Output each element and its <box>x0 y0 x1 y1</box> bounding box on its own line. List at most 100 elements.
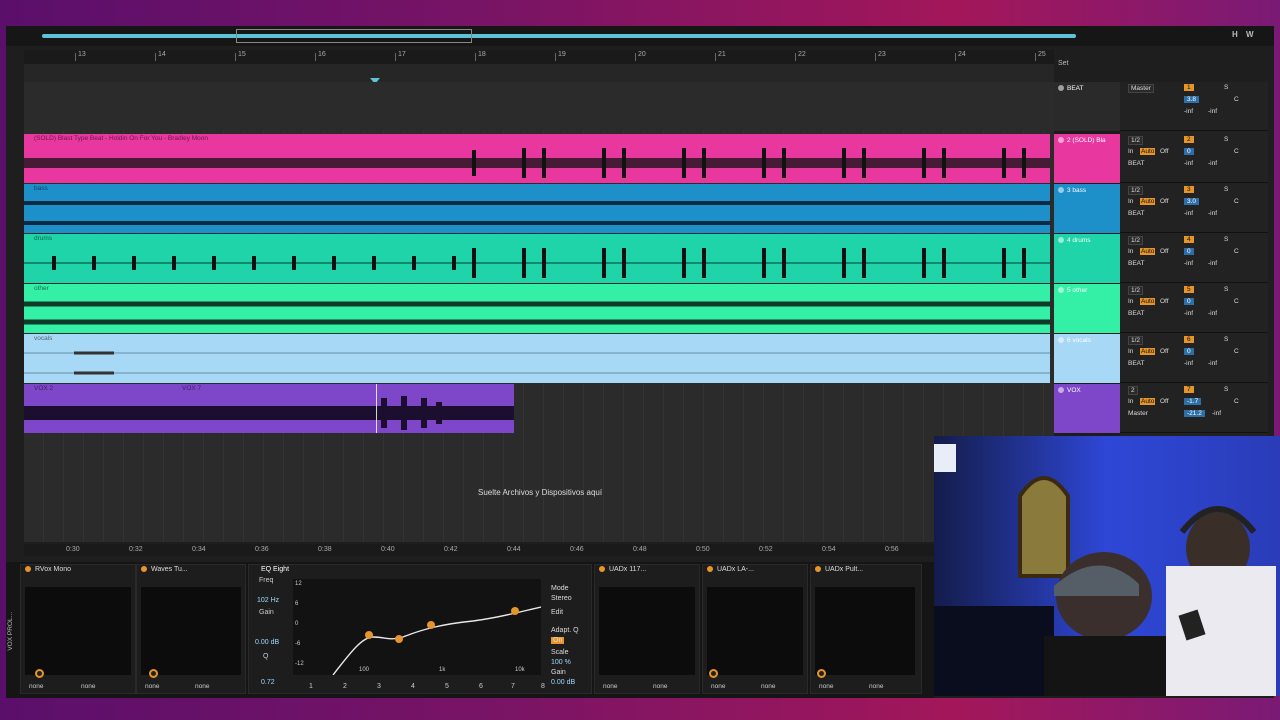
monitor-in-button[interactable]: In <box>1128 298 1133 305</box>
solo-button[interactable]: S <box>1224 136 1228 143</box>
band-5-button[interactable]: 5 <box>445 683 449 690</box>
solo-button[interactable]: S <box>1224 236 1228 243</box>
monitor-off-button[interactable]: Off <box>1160 148 1169 155</box>
param-select[interactable]: none <box>29 683 43 690</box>
track-number[interactable]: 2 <box>1184 136 1194 143</box>
param-select[interactable]: none <box>145 683 159 690</box>
volume-value[interactable]: 0 <box>1184 248 1194 255</box>
track-header-bass[interactable]: 3 bass <box>1054 184 1120 233</box>
volume-value[interactable]: 0 <box>1184 348 1194 355</box>
param-select[interactable]: none <box>761 683 775 690</box>
output-routing-select[interactable]: BEAT <box>1128 360 1145 367</box>
freq-value[interactable]: 102 Hz <box>257 597 279 604</box>
adapt-q-toggle[interactable]: On <box>551 637 565 644</box>
macro-knob[interactable] <box>35 669 44 678</box>
input-routing-select[interactable]: 1/2 <box>1128 136 1144 145</box>
output-routing-select[interactable]: Master <box>1128 410 1148 417</box>
monitor-off-button[interactable]: Off <box>1160 348 1169 355</box>
toggle-h-button[interactable]: H <box>1232 30 1238 39</box>
clip-vocals[interactable]: vocals <box>24 334 1050 383</box>
volume-value[interactable]: 3.8 <box>1184 96 1200 103</box>
solo-button[interactable]: S <box>1224 336 1228 343</box>
monitor-auto-button[interactable]: Auto <box>1140 298 1156 305</box>
track-number[interactable]: 7 <box>1184 386 1194 393</box>
pan-value[interactable]: C <box>1234 348 1239 355</box>
input-routing-select[interactable]: 1/2 <box>1128 236 1144 245</box>
volume-value[interactable]: 0 <box>1184 298 1194 305</box>
param-select[interactable]: none <box>81 683 95 690</box>
input-routing-select[interactable]: 1/2 <box>1128 336 1144 345</box>
input-routing-select[interactable]: 2 <box>1128 386 1138 395</box>
monitor-off-button[interactable]: Off <box>1160 398 1169 405</box>
pan-value[interactable]: C <box>1234 248 1239 255</box>
mode-select[interactable]: Stereo <box>551 595 572 602</box>
device-uadx-1176[interactable]: UADx 117... none none <box>594 564 700 694</box>
track-header-drums[interactable]: 4 drums <box>1054 234 1120 283</box>
track-header-vocals[interactable]: 6 vocals <box>1054 334 1120 383</box>
macro-knob[interactable] <box>817 669 826 678</box>
time-ruler[interactable]: 0:30 0:32 0:34 0:36 0:38 0:40 0:42 0:44 … <box>24 544 934 556</box>
device-waves[interactable]: Waves Tu... none none <box>136 564 246 694</box>
output-routing-select[interactable]: BEAT <box>1128 210 1145 217</box>
monitor-auto-button[interactable]: Auto <box>1140 398 1156 405</box>
monitor-auto-button[interactable]: Auto <box>1140 198 1156 205</box>
q-value[interactable]: 0.72 <box>261 679 275 686</box>
device-rvox-mono[interactable]: RVox Mono none none <box>20 564 136 694</box>
pan-value[interactable]: C <box>1234 298 1239 305</box>
track-number[interactable]: 4 <box>1184 236 1194 243</box>
monitor-off-button[interactable]: Off <box>1160 198 1169 205</box>
arrangement-overview[interactable]: H W <box>6 26 1274 46</box>
band-8-button[interactable]: 8 <box>541 683 545 690</box>
param-select[interactable]: none <box>869 683 883 690</box>
clip-sold-beat[interactable]: (SOLD) Blast Type Beat - Holdin On For Y… <box>24 134 1050 183</box>
band-3-button[interactable]: 3 <box>377 683 381 690</box>
clip-vox-2[interactable]: VOX 2 VOX 7 <box>24 384 514 433</box>
arrangement-view[interactable]: (SOLD) Blast Type Beat - Holdin On For Y… <box>24 82 1054 542</box>
monitor-auto-button[interactable]: Auto <box>1140 148 1156 155</box>
monitor-in-button[interactable]: In <box>1128 248 1133 255</box>
param-select[interactable]: none <box>653 683 667 690</box>
output-gain-value[interactable]: 0.00 dB <box>551 679 575 686</box>
clip-other[interactable]: other <box>24 284 1050 333</box>
track-header-other[interactable]: 5 other <box>1054 284 1120 333</box>
param-select[interactable]: none <box>819 683 833 690</box>
device-uadx-pultec[interactable]: UADx Pult... none none <box>810 564 922 694</box>
band-4-button[interactable]: 4 <box>411 683 415 690</box>
volume-value[interactable]: 3.0 <box>1184 198 1200 205</box>
monitor-in-button[interactable]: In <box>1128 398 1133 405</box>
param-select[interactable]: none <box>195 683 209 690</box>
monitor-in-button[interactable]: In <box>1128 198 1133 205</box>
track-number[interactable]: 5 <box>1184 286 1194 293</box>
input-routing-select[interactable]: 1/2 <box>1128 286 1144 295</box>
pan-value[interactable]: C <box>1234 198 1239 205</box>
track-number[interactable]: 6 <box>1184 336 1194 343</box>
solo-button[interactable]: S <box>1224 286 1228 293</box>
gain-value[interactable]: 0.00 dB <box>255 639 279 646</box>
param-select[interactable]: none <box>711 683 725 690</box>
monitor-in-button[interactable]: In <box>1128 348 1133 355</box>
monitor-off-button[interactable]: Off <box>1160 298 1169 305</box>
volume-value[interactable]: 0 <box>1184 148 1194 155</box>
param-select[interactable]: none <box>603 683 617 690</box>
device-uadx-la[interactable]: UADx LA-... none none <box>702 564 808 694</box>
overview-view-window[interactable] <box>236 29 472 43</box>
pan-value[interactable]: C <box>1234 96 1239 103</box>
band-7-button[interactable]: 7 <box>511 683 515 690</box>
track-number[interactable]: 1 <box>1184 84 1194 91</box>
track-header-sold[interactable]: 2 (SOLD) Bla <box>1054 134 1120 183</box>
output-routing-select[interactable]: Master <box>1128 84 1154 93</box>
scrub-area[interactable] <box>24 64 1054 84</box>
volume-value[interactable]: -1.7 <box>1184 398 1202 405</box>
output-routing-select[interactable]: BEAT <box>1128 260 1145 267</box>
clip-bass[interactable]: bass <box>24 184 1050 233</box>
beat-ruler[interactable]: 13 14 15 16 17 18 19 20 21 22 23 24 25 <box>24 50 1054 64</box>
macro-knob[interactable] <box>149 669 158 678</box>
track-header-beat[interactable]: BEAT <box>1054 82 1120 131</box>
input-routing-select[interactable]: 1/2 <box>1128 186 1144 195</box>
monitor-auto-button[interactable]: Auto <box>1140 248 1156 255</box>
output-routing-select[interactable]: BEAT <box>1128 310 1145 317</box>
monitor-auto-button[interactable]: Auto <box>1140 348 1156 355</box>
pan-value[interactable]: C <box>1234 398 1239 405</box>
monitor-in-button[interactable]: In <box>1128 148 1133 155</box>
eq-graph[interactable]: 12 6 0 -6 -12 100 1k 10k <box>293 579 541 675</box>
